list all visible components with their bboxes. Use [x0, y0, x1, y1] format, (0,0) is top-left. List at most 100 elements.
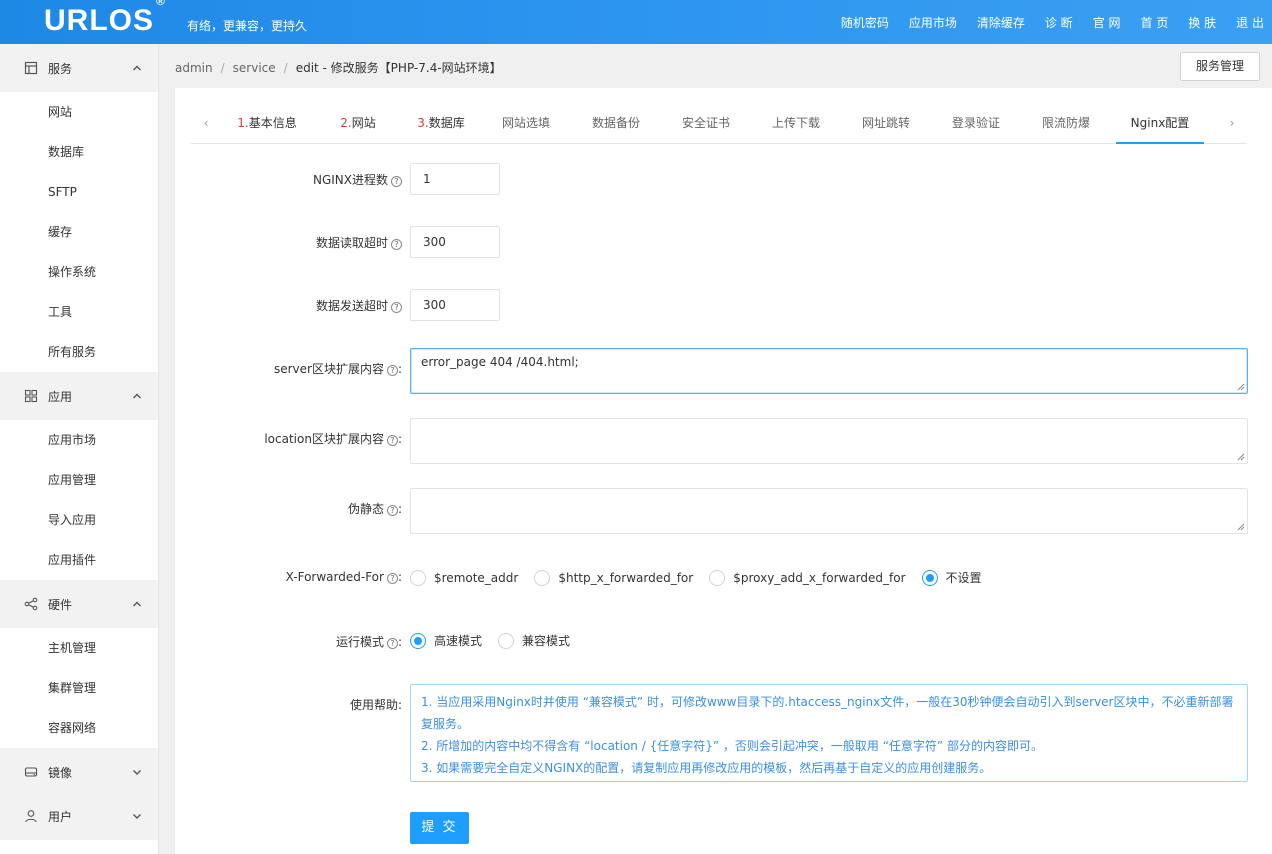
sidebar-item-website[interactable]: 网站 — [0, 92, 158, 132]
sidebar-item-tools[interactable]: 工具 — [0, 292, 158, 332]
nav-diagnose[interactable]: 诊 断 — [1045, 14, 1073, 31]
sidebar-group-label: 应用 — [48, 390, 73, 404]
server-block-value: error_page 404 /404.html; — [421, 355, 579, 369]
nginx-workers-label: NGINX进程数? — [313, 171, 402, 188]
slogan: 有络，更兼容，更持久 — [187, 19, 308, 33]
resize-handle-icon[interactable] — [1237, 523, 1245, 531]
nav-random-password[interactable]: 随机密码 — [841, 14, 889, 31]
tab-login-auth[interactable]: 登录验证 — [943, 104, 1009, 144]
help-question-icon[interactable]: ? — [391, 239, 402, 250]
help-line: 1. 当应用采用Nginx时并使用 “兼容模式” 时，可修改www目录下的.ht… — [421, 695, 1234, 731]
breadcrumb-service[interactable]: service — [233, 61, 276, 75]
rewrite-textarea[interactable] — [410, 488, 1248, 534]
disk-icon — [24, 767, 38, 777]
help-line: 2. 所增加的内容中均不得含有 “location / {任意字符}” ，否则会… — [421, 739, 1043, 753]
nav-app-market[interactable]: 应用市场 — [909, 14, 957, 31]
resize-handle-icon[interactable] — [1237, 383, 1245, 391]
x-forwarded-for-radio-group: $remote_addr $http_x_forwarded_for $prox… — [410, 569, 998, 586]
radio-proxy-add-x-forwarded-for[interactable]: $proxy_add_x_forwarded_for — [709, 569, 906, 586]
tab-ssl-cert[interactable]: 安全证书 — [673, 104, 739, 144]
breadcrumb-bar: admin / service / edit - 修改服务【PHP-7.4-网站环境】 … — [159, 44, 1272, 88]
radio-remote-addr[interactable]: $remote_addr — [410, 569, 518, 586]
location-block-textarea[interactable] — [410, 418, 1248, 464]
tab-database[interactable]: 3.数据库 — [409, 104, 473, 144]
help-question-icon[interactable]: ? — [386, 573, 398, 584]
tab-data-backup[interactable]: 数据备份 — [583, 104, 649, 144]
nav-home[interactable]: 首 页 — [1141, 14, 1169, 31]
tab-bar: ‹ 1.基本信息 2.网站 3.数据库 网站选填 数据备份 安全证书 上传下载 … — [191, 104, 1247, 144]
submit-button[interactable]: 提 交 — [410, 812, 469, 844]
resize-handle-icon[interactable] — [1237, 453, 1245, 461]
tab-scroll-left-icon[interactable]: ‹ — [191, 104, 221, 142]
chevron-up-icon — [133, 65, 141, 71]
help-question-icon[interactable]: ? — [386, 505, 398, 516]
chevron-up-icon — [133, 393, 141, 399]
top-header: URLOS® 有络，更兼容，更持久 随机密码 应用市场 清除缓存 诊 断 官 网… — [0, 0, 1272, 44]
top-nav: 随机密码 应用市场 清除缓存 诊 断 官 网 首 页 换 肤 退 出 — [841, 0, 1264, 44]
tab-basic-info[interactable]: 1.基本信息 — [231, 104, 303, 144]
read-timeout-input[interactable]: 300 — [410, 226, 500, 258]
tab-nginx-config[interactable]: Nginx配置 — [1116, 104, 1204, 144]
chevron-down-icon — [133, 770, 141, 775]
server-block-textarea[interactable]: error_page 404 /404.html; — [410, 348, 1248, 394]
tab-url-redirect[interactable]: 网址跳转 — [853, 104, 919, 144]
sidebar-group-label: 硬件 — [48, 598, 73, 612]
send-timeout-label: 数据发送超时? — [316, 297, 402, 314]
tab-upload-download[interactable]: 上传下载 — [763, 104, 829, 144]
sidebar-item-app-manage[interactable]: 应用管理 — [0, 460, 158, 500]
radio-compatible-mode[interactable]: 兼容模式 — [498, 632, 570, 649]
sidebar-group-images[interactable]: 镜像 — [0, 748, 158, 796]
radio-high-speed-mode[interactable]: 高速模式 — [410, 632, 482, 649]
tab-rate-limit[interactable]: 限流防爆 — [1033, 104, 1099, 144]
sidebar-item-import-app[interactable]: 导入应用 — [0, 500, 158, 540]
nav-logout[interactable]: 退 出 — [1236, 14, 1264, 31]
sidebar-item-host-manage[interactable]: 主机管理 — [0, 628, 158, 668]
sidebar-group-users[interactable]: 用户 — [0, 792, 158, 840]
help-question-icon[interactable]: ? — [391, 302, 402, 313]
tab-website-optional[interactable]: 网站选填 — [493, 104, 559, 144]
radio-not-set[interactable]: 不设置 — [921, 569, 982, 586]
share-nodes-icon — [24, 597, 38, 611]
send-timeout-input[interactable]: 300 — [410, 289, 500, 321]
chevron-up-icon — [133, 601, 141, 607]
service-icon — [24, 61, 38, 75]
sidebar-item-all-services[interactable]: 所有服务 — [0, 332, 158, 372]
chevron-down-icon — [133, 814, 141, 819]
sidebar-item-sftp[interactable]: SFTP — [0, 172, 158, 212]
sidebar-group-service[interactable]: 服务 — [0, 44, 158, 92]
sidebar-item-database[interactable]: 数据库 — [0, 132, 158, 172]
nginx-workers-input[interactable]: 1 — [410, 163, 500, 195]
rewrite-label: 伪静态?: — [347, 502, 402, 516]
sidebar-item-app-market[interactable]: 应用市场 — [0, 420, 158, 460]
help-question-icon[interactable]: ? — [386, 435, 398, 446]
tab-website[interactable]: 2.网站 — [328, 104, 388, 144]
nav-official-site[interactable]: 官 网 — [1093, 14, 1121, 31]
urlos-logo[interactable]: URLOS® — [44, 0, 166, 38]
tab-scroll-right-icon[interactable]: › — [1217, 104, 1247, 142]
help-question-icon[interactable]: ? — [386, 365, 398, 376]
breadcrumb-admin[interactable]: admin — [175, 61, 213, 75]
x-forwarded-for-label: X-Forwarded-For?: — [285, 570, 402, 584]
server-block-label: server区块扩展内容?: — [273, 362, 402, 376]
location-block-label: location区块扩展内容?: — [264, 432, 402, 446]
apps-grid-icon — [24, 389, 38, 403]
sidebar-item-cache[interactable]: 缓存 — [0, 212, 158, 252]
sidebar-item-cluster-manage[interactable]: 集群管理 — [0, 668, 158, 708]
sidebar-group-apps[interactable]: 应用 — [0, 372, 158, 420]
sidebar-group-label: 镜像 — [48, 766, 73, 780]
sidebar: 服务 网站 数据库 SFTP 缓存 操作系统 工具 所有服务 应用 应用市场 应… — [0, 44, 159, 854]
help-question-icon[interactable]: ? — [391, 176, 402, 187]
help-question-icon[interactable]: ? — [386, 638, 398, 649]
sidebar-group-label: 用户 — [48, 810, 73, 824]
nav-skin[interactable]: 换 肤 — [1188, 14, 1216, 31]
help-line: 3. 如果需要完全自定义NGINX的配置，请复制应用再修改应用的模板，然后再基于… — [421, 761, 992, 775]
breadcrumb-current: edit - 修改服务【PHP-7.4-网站环境】 — [295, 61, 502, 75]
sidebar-item-container-network[interactable]: 容器网络 — [0, 708, 158, 748]
sidebar-group-hardware[interactable]: 硬件 — [0, 580, 158, 628]
service-manage-button[interactable]: 服务管理 — [1180, 52, 1260, 81]
nav-clear-cache[interactable]: 清除缓存 — [977, 14, 1025, 31]
sidebar-item-os[interactable]: 操作系统 — [0, 252, 158, 292]
help-label: 使用帮助: — [349, 698, 402, 712]
radio-http-x-forwarded-for[interactable]: $http_x_forwarded_for — [534, 569, 693, 586]
sidebar-item-app-plugins[interactable]: 应用插件 — [0, 540, 158, 580]
